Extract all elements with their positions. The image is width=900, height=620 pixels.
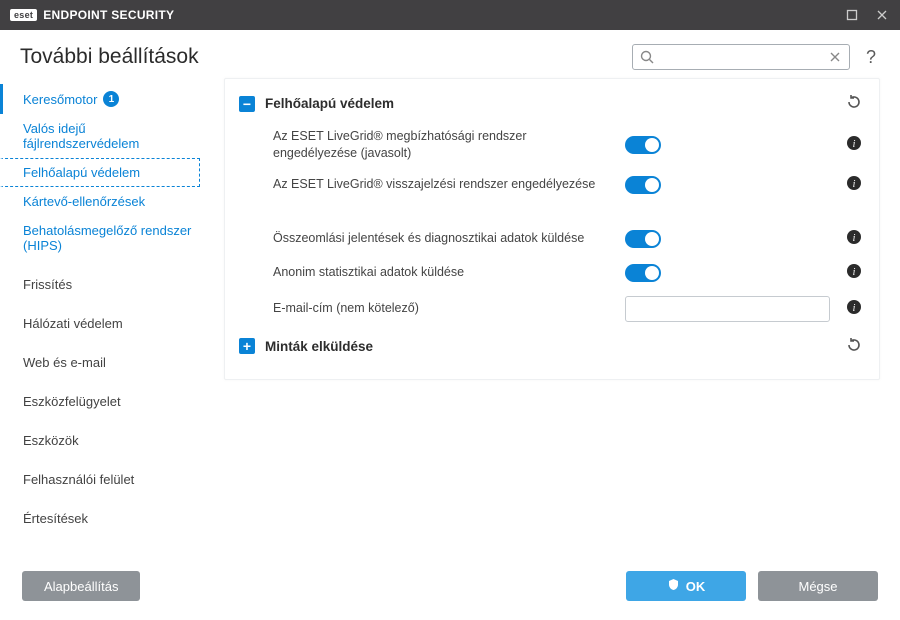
row-email: E-mail-cím (nem kötelező) i <box>225 290 879 328</box>
section-header-cloud: − Felhőalapú védelem <box>225 85 879 122</box>
section-header-samples: + Minták elküldése <box>225 328 879 365</box>
sidebar-item-engine[interactable]: Keresőmotor 1 <box>0 84 200 114</box>
sidebar-item-label: Eszközfelügyelet <box>23 394 121 409</box>
info-icon[interactable]: i <box>847 136 861 153</box>
sidebar-item-label: Hálózati védelem <box>23 316 123 331</box>
sidebar-item-cloud[interactable]: Felhőalapú védelem <box>0 158 200 187</box>
sidebar-item-realtime[interactable]: Valós idejű fájlrendszervédelem <box>0 114 200 158</box>
sidebar-item-label: Keresőmotor <box>23 92 97 107</box>
section-reset-button[interactable] <box>843 91 865 116</box>
badge-count: 1 <box>103 91 119 107</box>
sidebar-item-hips[interactable]: Behatolásmegelőző rendszer (HIPS) <box>0 216 200 260</box>
section-title: Felhőalapú védelem <box>265 96 394 111</box>
shield-icon <box>667 578 680 594</box>
svg-text:i: i <box>853 233 856 244</box>
setting-label: Összeomlási jelentések és diagnosztikai … <box>273 230 613 247</box>
sidebar-item-label: Web és e-mail <box>23 355 106 370</box>
sidebar-item-label: Felhasználói felület <box>23 472 134 487</box>
sidebar-item-tools[interactable]: Eszközök <box>0 426 200 455</box>
clear-search-icon[interactable] <box>827 49 843 68</box>
sidebar-item-notifications[interactable]: Értesítések <box>0 504 200 533</box>
footer: Alapbeállítás OK Mégse <box>0 560 900 612</box>
svg-text:i: i <box>853 267 856 278</box>
sidebar-item-label: Behatolásmegelőző rendszer (HIPS) <box>23 223 200 253</box>
search-box[interactable] <box>632 44 850 70</box>
toggle-livegrid-feedback[interactable] <box>625 176 661 194</box>
setting-label: E-mail-cím (nem kötelező) <box>273 300 613 317</box>
sidebar-item-label: Valós idejű fájlrendszervédelem <box>23 121 200 151</box>
window-close-button[interactable] <box>874 7 890 23</box>
toggle-anon-stats[interactable] <box>625 264 661 282</box>
info-icon[interactable]: i <box>847 264 861 281</box>
sidebar-item-network[interactable]: Hálózati védelem <box>0 309 200 338</box>
page-title: További beállítások <box>20 45 199 69</box>
expand-icon[interactable]: + <box>239 338 255 354</box>
svg-text:i: i <box>853 303 856 314</box>
sidebar-item-label: Értesítések <box>23 511 88 526</box>
page-header: További beállítások ? <box>0 30 900 78</box>
sidebar-item-label: Frissítés <box>23 277 72 292</box>
cancel-button[interactable]: Mégse <box>758 571 878 601</box>
sidebar-item-label: Kártevő-ellenőrzések <box>23 194 145 209</box>
brand-badge: eset <box>10 9 37 21</box>
content-area: − Felhőalapú védelem Az ESET LiveGrid® m… <box>216 78 900 560</box>
row-anon-stats: Anonim statisztikai adatok küldése i <box>225 256 879 290</box>
email-input[interactable] <box>625 296 830 322</box>
setting-label: Az ESET LiveGrid® visszajelzési rendszer… <box>273 176 613 193</box>
info-icon[interactable]: i <box>847 300 861 317</box>
row-crash-reports: Összeomlási jelentések és diagnosztikai … <box>225 222 879 256</box>
info-icon[interactable]: i <box>847 230 861 247</box>
brand: eset ENDPOINT SECURITY <box>10 8 174 22</box>
row-livegrid-feedback: Az ESET LiveGrid® visszajelzési rendszer… <box>225 168 879 202</box>
search-icon <box>639 49 655 68</box>
default-settings-button[interactable]: Alapbeállítás <box>22 571 140 601</box>
settings-panel: − Felhőalapú védelem Az ESET LiveGrid® m… <box>224 78 880 380</box>
window-maximize-button[interactable] <box>844 7 860 23</box>
brand-text: ENDPOINT SECURITY <box>43 8 174 22</box>
ok-button[interactable]: OK <box>626 571 746 601</box>
sidebar: Keresőmotor 1 Valós idejű fájlrendszervé… <box>0 78 216 560</box>
setting-label: Anonim statisztikai adatok küldése <box>273 264 613 281</box>
row-livegrid-reputation: Az ESET LiveGrid® megbízhatósági rendsze… <box>225 122 879 168</box>
section-reset-button[interactable] <box>843 334 865 359</box>
sidebar-item-label: Eszközök <box>23 433 79 448</box>
toggle-livegrid-reputation[interactable] <box>625 136 661 154</box>
collapse-icon[interactable]: − <box>239 96 255 112</box>
help-button[interactable]: ? <box>862 47 880 68</box>
svg-text:i: i <box>853 179 856 190</box>
ok-button-label: OK <box>686 579 706 594</box>
search-input[interactable] <box>659 50 823 64</box>
toggle-crash-reports[interactable] <box>625 230 661 248</box>
sidebar-item-device[interactable]: Eszközfelügyelet <box>0 387 200 416</box>
sidebar-item-malware[interactable]: Kártevő-ellenőrzések <box>0 187 200 216</box>
sidebar-item-label: Felhőalapú védelem <box>23 165 140 180</box>
sidebar-item-ui[interactable]: Felhasználói felület <box>0 465 200 494</box>
info-icon[interactable]: i <box>847 176 861 193</box>
sidebar-item-update[interactable]: Frissítés <box>0 270 200 299</box>
svg-text:i: i <box>853 139 856 150</box>
sidebar-item-web[interactable]: Web és e-mail <box>0 348 200 377</box>
title-bar: eset ENDPOINT SECURITY <box>0 0 900 30</box>
section-title: Minták elküldése <box>265 339 373 354</box>
setting-label: Az ESET LiveGrid® megbízhatósági rendsze… <box>273 128 613 162</box>
